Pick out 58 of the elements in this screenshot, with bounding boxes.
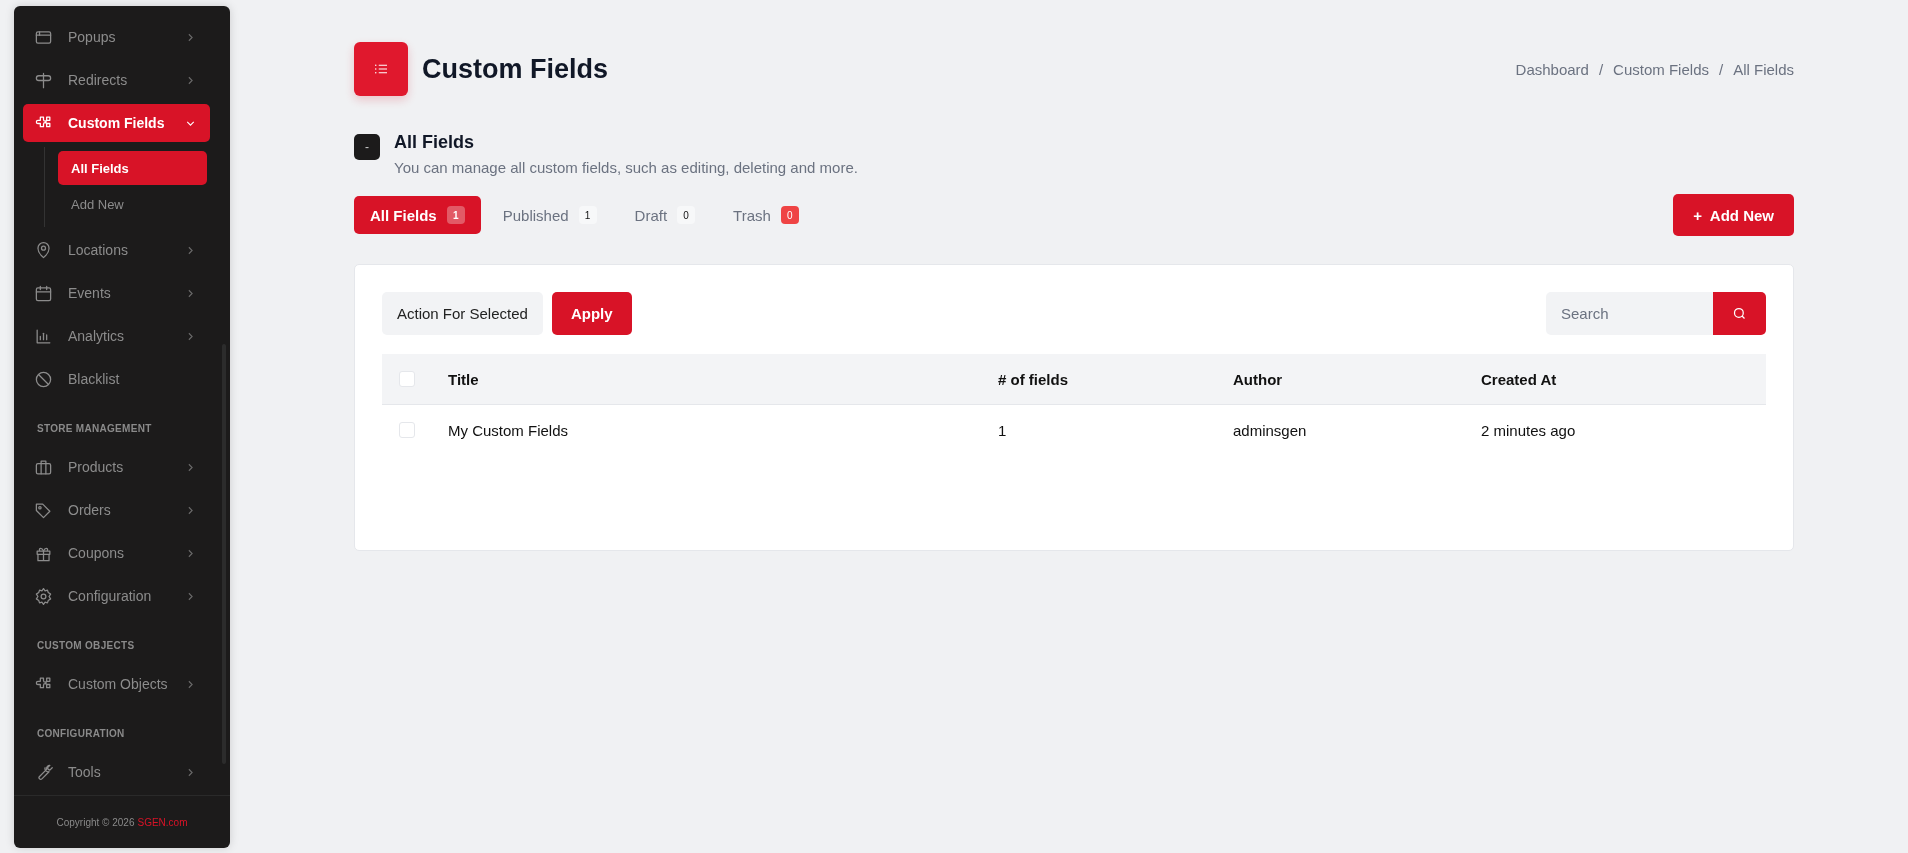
section-heading: STORE MANAGEMENT bbox=[36, 422, 153, 436]
filter-tab[interactable]: Trash 0 bbox=[717, 196, 815, 234]
bulk-action-select[interactable]: Action For Selected bbox=[382, 292, 543, 335]
column-header: Author bbox=[1233, 370, 1284, 388]
count-badge: 1 bbox=[578, 206, 597, 224]
settings-icon bbox=[34, 586, 53, 606]
table-cell-text: 1 bbox=[998, 421, 1008, 439]
submenu-item[interactable]: Add New bbox=[58, 187, 207, 221]
sidebar-item[interactable]: Custom Objects bbox=[23, 665, 210, 703]
breadcrumb-link[interactable]: Dashboard bbox=[1515, 60, 1589, 78]
breadcrumb-separator: / bbox=[1718, 60, 1724, 78]
table-cell-text: adminsgen bbox=[1233, 421, 1308, 439]
search-button[interactable] bbox=[1713, 292, 1766, 335]
filter-tab[interactable]: Draft 0 bbox=[618, 196, 712, 234]
column-header: # of fields bbox=[998, 370, 1069, 388]
row-checkbox[interactable] bbox=[399, 422, 415, 438]
sidebar-item[interactable]: Tools bbox=[23, 753, 210, 791]
search-field[interactable]: Search bbox=[1546, 292, 1713, 335]
select-all-checkbox[interactable] bbox=[399, 371, 415, 387]
calendar-icon bbox=[34, 283, 53, 303]
collapse-button[interactable]: - bbox=[354, 134, 380, 160]
site-link[interactable]: SGEN.com bbox=[137, 816, 188, 828]
sidebar-item[interactable]: Custom Fields bbox=[23, 104, 210, 142]
apply-button[interactable]: Apply bbox=[551, 292, 632, 335]
breadcrumb-link[interactable]: Custom Fields bbox=[1613, 60, 1709, 78]
submenu-item[interactable]: All Fields bbox=[58, 151, 207, 185]
table-cell-text: 2 minutes ago bbox=[1481, 421, 1577, 439]
section-heading: CUSTOM OBJECTS bbox=[36, 639, 136, 653]
sidebar-item[interactable]: Coupons bbox=[23, 534, 210, 572]
search-icon bbox=[1732, 306, 1747, 321]
count-badge: 1 bbox=[446, 206, 465, 224]
breadcrumb-separator: / bbox=[1598, 60, 1604, 78]
sidebar-item[interactable]: Analytics bbox=[23, 317, 210, 355]
column-header: Created At bbox=[1481, 370, 1558, 388]
filter-tab[interactable]: All Fields 1 bbox=[354, 196, 481, 234]
blocked-icon bbox=[34, 369, 53, 389]
section-description: You can manage all custom fields, such as editing, deleting and more. bbox=[394, 159, 858, 176]
map-pin-icon bbox=[34, 240, 53, 260]
sidebar-item[interactable]: Configuration bbox=[23, 577, 210, 615]
sidebar-item[interactable]: Products bbox=[23, 448, 210, 486]
filter-tab[interactable]: Published 1 bbox=[486, 196, 613, 234]
count-badge: 0 bbox=[780, 206, 799, 224]
sidebar-item[interactable]: Locations bbox=[23, 231, 210, 269]
sidebar-item[interactable]: Blacklist bbox=[23, 360, 210, 398]
list-icon bbox=[354, 42, 408, 96]
section-title: All Fields bbox=[394, 132, 475, 153]
sidebar-item[interactable]: Orders bbox=[23, 491, 210, 529]
sidebar-item[interactable]: Events bbox=[23, 274, 210, 312]
page-title: Custom Fields bbox=[422, 53, 609, 85]
table-cell-text: My Custom Fields bbox=[448, 421, 570, 439]
sidebar-item[interactable]: Popups bbox=[23, 18, 210, 56]
column-header: Title bbox=[448, 370, 480, 388]
section-heading: CONFIGURATION bbox=[36, 727, 126, 741]
count-badge: 0 bbox=[677, 206, 696, 224]
copyright-text: Copyright © 2026 SGEN.com bbox=[14, 795, 230, 848]
sidebar-item[interactable]: Redirects bbox=[23, 61, 210, 99]
add-new-button[interactable]: + Add New bbox=[1673, 194, 1794, 236]
signpost-icon bbox=[34, 70, 53, 90]
